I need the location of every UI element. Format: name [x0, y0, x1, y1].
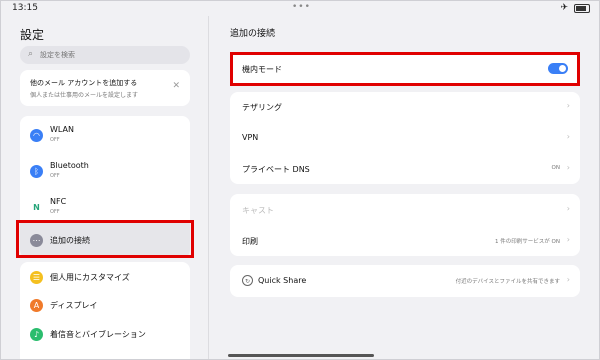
search-box[interactable]: ⌕ [20, 46, 190, 64]
promo-subtitle: 個人または仕事用のメールを設定します [30, 92, 139, 99]
page-title: 追加の接続 [230, 29, 276, 39]
row-value: 付近のデバイスとファイルを共有できます [455, 279, 560, 285]
chevron-right-icon: › [566, 163, 570, 172]
close-icon[interactable]: ✕ [172, 81, 180, 91]
connections-group: ◠ WLAN OFF ᛒ Bluetooth OFF N NFC OFF ⋯ 追… [20, 116, 190, 258]
cast-row[interactable]: キャスト › [230, 195, 580, 225]
sidebar-item-label: 個人用にカスタマイズ [50, 273, 130, 282]
sidebar-item-status: OFF [50, 137, 60, 143]
chevron-right-icon: › [566, 275, 570, 284]
chevron-right-icon: › [566, 204, 570, 213]
sidebar-item-nfc[interactable]: N NFC OFF [20, 192, 190, 222]
sound-icon: ♪ [30, 328, 43, 341]
sidebar-item-label: Bluetooth [50, 161, 89, 170]
airplane-mode-label: 機内モード [242, 65, 282, 74]
nfc-icon: N [30, 201, 43, 214]
cast-print-card: キャスト › 印刷 1 件の印刷サービスが ON › [230, 194, 580, 256]
private-dns-row[interactable]: プライベート DNS ON › [230, 154, 580, 184]
bluetooth-icon: ᛒ [30, 165, 43, 178]
status-time: 13:15 [12, 3, 38, 13]
quickshare-card: ↻ Quick Share 付近のデバイスとファイルを共有できます › [230, 265, 580, 297]
sidebar-item-display[interactable]: A ディスプレイ [20, 290, 190, 320]
airplane-icon: ✈ [560, 3, 568, 13]
wifi-icon: ◠ [30, 129, 43, 142]
sidebar-item-label: ディスプレイ [50, 301, 98, 310]
network-card: テザリング › VPN › プライベート DNS ON › [230, 92, 580, 184]
row-label: プライベート DNS [242, 165, 310, 174]
airplane-mode-row[interactable]: 機内モード [230, 54, 580, 84]
add-account-card[interactable]: 他のメール アカウントを追加する 個人または仕事用のメールを設定します ✕ [20, 70, 190, 106]
sidebar-item-additional-connections[interactable]: ⋯ 追加の接続 [20, 222, 190, 258]
row-label: キャスト [242, 206, 274, 215]
sidebar-item-wlan[interactable]: ◠ WLAN OFF [20, 120, 190, 150]
home-indicator[interactable] [228, 354, 374, 357]
personalization-group: ☰ 個人用にカスタマイズ A ディスプレイ ♪ 着信音とバイブレーション [20, 262, 190, 360]
status-icons: ✈ [560, 3, 590, 13]
row-label: Quick Share [258, 276, 307, 285]
search-icon: ⌕ [28, 49, 34, 59]
chevron-right-icon: › [566, 101, 570, 110]
airplane-card: 機内モード [230, 52, 580, 86]
sidebar-item-status: OFF [50, 209, 60, 215]
row-label: テザリング [242, 103, 282, 112]
vpn-row[interactable]: VPN › [230, 123, 580, 153]
chevron-right-icon: › [566, 235, 570, 244]
window-handle-dots[interactable]: ••• [292, 2, 311, 12]
status-bar: 13:15 ••• ✈ [0, 0, 600, 20]
more-connections-icon: ⋯ [30, 234, 43, 247]
battery-icon [574, 4, 590, 13]
promo-title: 他のメール アカウントを追加する [30, 79, 138, 87]
sidebar-item-label: 着信音とバイブレーション [50, 330, 146, 339]
print-row[interactable]: 印刷 1 件の印刷サービスが ON › [230, 226, 580, 256]
quick-share-icon: ↻ [242, 275, 253, 286]
chevron-right-icon: › [566, 132, 570, 141]
customize-icon: ☰ [30, 271, 43, 284]
sidebar-item-label: 追加の接続 [50, 236, 90, 245]
settings-title: 設定 [20, 28, 45, 42]
sidebar-item-customize[interactable]: ☰ 個人用にカスタマイズ [20, 262, 190, 292]
row-value: 1 件の印刷サービスが ON [495, 239, 560, 245]
sidebar-item-bluetooth[interactable]: ᛒ Bluetooth OFF [20, 156, 190, 186]
display-icon: A [30, 299, 43, 312]
pane-divider[interactable] [208, 16, 209, 360]
airplane-mode-toggle[interactable] [548, 63, 568, 74]
sidebar-item-sound[interactable]: ♪ 着信音とバイブレーション [20, 319, 190, 349]
row-label: 印刷 [242, 237, 258, 246]
sidebar-item-status: OFF [50, 173, 60, 179]
tethering-row[interactable]: テザリング › [230, 92, 580, 122]
sidebar-item-label: NFC [50, 197, 67, 206]
quickshare-row[interactable]: ↻ Quick Share 付近のデバイスとファイルを共有できます › [230, 266, 580, 296]
search-input[interactable] [40, 48, 180, 62]
row-value: ON [551, 165, 560, 171]
row-label: VPN [242, 133, 259, 142]
sidebar-item-label: WLAN [50, 125, 75, 134]
